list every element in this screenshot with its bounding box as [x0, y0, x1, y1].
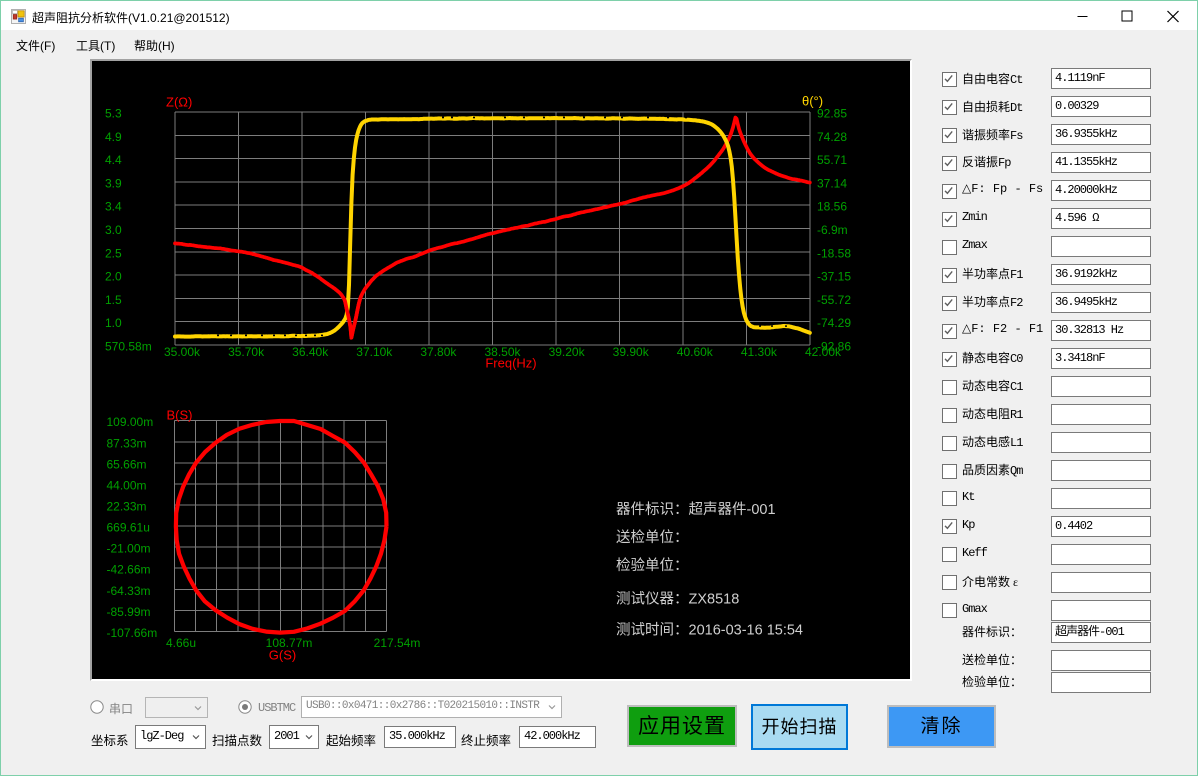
svg-text:-107.66m: -107.66m	[107, 626, 158, 640]
svg-text:测试时间：2016-03-16 15:54: 测试时间：2016-03-16 15:54	[616, 622, 803, 639]
svg-text:39.90k: 39.90k	[613, 345, 650, 359]
svg-text:器件标识：超声器件-001: 器件标识：超声器件-001	[616, 500, 776, 518]
svg-text:-74.29: -74.29	[817, 316, 851, 330]
svg-text:44.00m: 44.00m	[107, 478, 147, 492]
svg-text:570.58m: 570.58m	[105, 340, 152, 354]
svg-text:65.66m: 65.66m	[107, 457, 147, 471]
svg-text:36.40k: 36.40k	[292, 345, 329, 359]
svg-text:5.3: 5.3	[105, 107, 122, 121]
svg-text:测试仪器：ZX8518: 测试仪器：ZX8518	[616, 591, 739, 608]
svg-text:35.70k: 35.70k	[228, 345, 265, 359]
svg-text:3.4: 3.4	[105, 200, 122, 214]
svg-text:87.33m: 87.33m	[107, 436, 147, 450]
svg-text:37.10k: 37.10k	[356, 345, 393, 359]
svg-text:92.85: 92.85	[817, 107, 847, 121]
svg-text:1.5: 1.5	[105, 293, 122, 307]
svg-text:3.0: 3.0	[105, 223, 122, 237]
svg-text:4.66u: 4.66u	[166, 636, 196, 650]
svg-text:22.33m: 22.33m	[107, 500, 147, 514]
svg-text:-37.15: -37.15	[817, 270, 851, 284]
svg-text:送检单位：: 送检单位：	[616, 529, 689, 546]
svg-text:2.5: 2.5	[105, 246, 122, 260]
svg-text:74.28: 74.28	[817, 130, 847, 144]
svg-text:18.56: 18.56	[817, 200, 847, 214]
svg-text:109.00m: 109.00m	[107, 415, 154, 429]
svg-text:-85.99m: -85.99m	[107, 605, 151, 619]
svg-text:55.71: 55.71	[817, 153, 847, 167]
svg-text:37.14: 37.14	[817, 176, 847, 190]
svg-text:-64.33m: -64.33m	[107, 584, 151, 598]
svg-text:-55.72: -55.72	[817, 293, 851, 307]
svg-text:42.00k: 42.00k	[805, 345, 842, 359]
svg-text:检验单位：: 检验单位：	[616, 557, 689, 574]
svg-text:Z(Ω): Z(Ω)	[166, 95, 192, 110]
svg-text:4.4: 4.4	[105, 153, 122, 167]
svg-text:3.9: 3.9	[105, 176, 122, 190]
svg-text:669.61u: 669.61u	[107, 521, 150, 535]
svg-text:-42.66m: -42.66m	[107, 563, 151, 577]
svg-text:40.60k: 40.60k	[677, 345, 714, 359]
svg-text:G(S): G(S)	[269, 648, 296, 663]
svg-text:39.20k: 39.20k	[549, 345, 586, 359]
svg-text:Freq(Hz): Freq(Hz)	[485, 356, 536, 371]
svg-text:217.54m: 217.54m	[374, 636, 421, 650]
svg-text:2.0: 2.0	[105, 270, 122, 284]
svg-text:35.00k: 35.00k	[164, 345, 201, 359]
svg-text:θ(°): θ(°)	[802, 94, 823, 109]
svg-text:-6.9m: -6.9m	[817, 223, 848, 237]
svg-text:-21.00m: -21.00m	[107, 542, 151, 556]
svg-text:1.0: 1.0	[105, 316, 122, 330]
svg-text:41.30k: 41.30k	[741, 345, 778, 359]
svg-text:4.9: 4.9	[105, 130, 122, 144]
svg-text:-18.58: -18.58	[817, 246, 851, 260]
svg-text:B(S): B(S)	[167, 408, 193, 423]
svg-text:37.80k: 37.80k	[420, 345, 457, 359]
